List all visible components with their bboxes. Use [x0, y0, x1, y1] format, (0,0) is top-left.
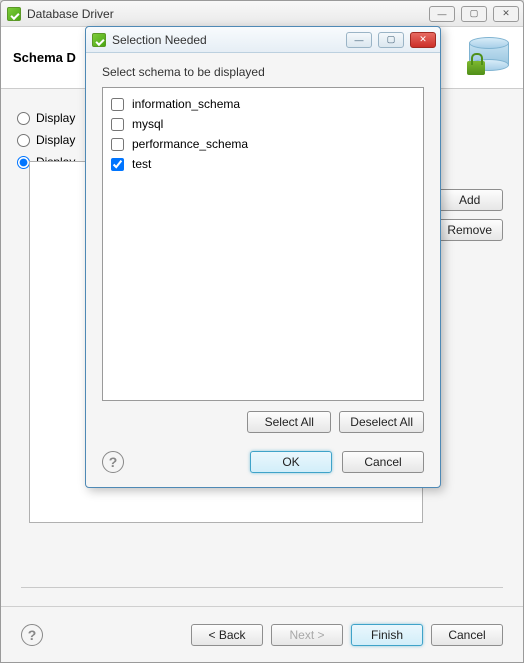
schema-item[interactable]: performance_schema [111, 134, 415, 154]
parent-close-button[interactable]: ✕ [493, 6, 519, 22]
parent-title-bar: Database Driver — ▢ ✕ [1, 1, 523, 27]
display-radio-input-0[interactable] [17, 112, 30, 125]
ok-button[interactable]: OK [250, 451, 332, 473]
side-buttons: Add Remove [436, 189, 503, 241]
parent-title: Database Driver [27, 7, 114, 21]
schema-item[interactable]: test [111, 154, 415, 174]
separator [21, 587, 503, 588]
wizard-bar: ? < Back Next > Finish Cancel [1, 606, 523, 662]
modal-help-icon[interactable]: ? [102, 451, 124, 473]
modal-cancel-button[interactable]: Cancel [342, 451, 424, 473]
modal-title-bar: Selection Needed — ▢ ✕ [86, 27, 440, 53]
schema-label: performance_schema [132, 137, 248, 151]
next-button: Next > [271, 624, 343, 646]
database-icon [465, 35, 513, 83]
modal-maximize-button[interactable]: ▢ [378, 32, 404, 48]
app-icon [7, 7, 21, 21]
schema-label: mysql [132, 117, 163, 131]
schema-checkbox[interactable] [111, 98, 124, 111]
finish-button[interactable]: Finish [351, 624, 423, 646]
select-all-button[interactable]: Select All [247, 411, 331, 433]
schema-label: test [132, 157, 151, 171]
schema-checkbox[interactable] [111, 118, 124, 131]
schema-label: information_schema [132, 97, 240, 111]
remove-button[interactable]: Remove [436, 219, 503, 241]
banner-title: Schema D [13, 50, 76, 65]
modal-title: Selection Needed [112, 33, 207, 47]
parent-cancel-button[interactable]: Cancel [431, 624, 503, 646]
schema-checkbox[interactable] [111, 158, 124, 171]
display-radio-label: Display [36, 133, 75, 147]
schema-checkbox[interactable] [111, 138, 124, 151]
schema-item[interactable]: mysql [111, 114, 415, 134]
lock-icon [467, 61, 485, 75]
modal-close-button[interactable]: ✕ [410, 32, 436, 48]
display-radio-input-1[interactable] [17, 134, 30, 147]
schema-checkbox-list: information_schemamysql performance_schem… [102, 87, 424, 401]
add-button[interactable]: Add [436, 189, 503, 211]
parent-minimize-button[interactable]: — [429, 6, 455, 22]
display-radio-label: Display [36, 111, 75, 125]
modal-minimize-button[interactable]: — [346, 32, 372, 48]
help-icon[interactable]: ? [21, 624, 43, 646]
deselect-all-button[interactable]: Deselect All [339, 411, 424, 433]
schema-item[interactable]: information_schema [111, 94, 415, 114]
app-icon [92, 33, 106, 47]
parent-maximize-button[interactable]: ▢ [461, 6, 487, 22]
modal-instruction: Select schema to be displayed [102, 65, 424, 79]
back-button[interactable]: < Back [191, 624, 263, 646]
selection-needed-dialog: Selection Needed — ▢ ✕ Select schema to … [85, 26, 441, 488]
